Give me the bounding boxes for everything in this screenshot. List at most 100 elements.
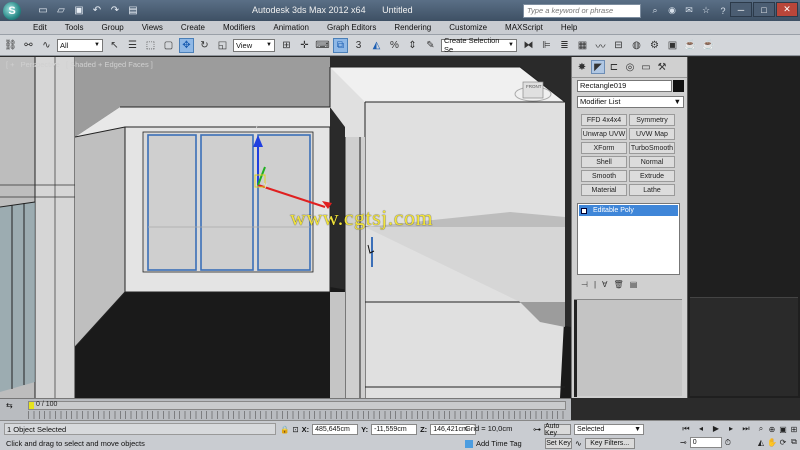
binoculars-icon[interactable]: ⌕: [648, 4, 662, 17]
schematic-view-icon[interactable]: ⊟: [611, 38, 626, 53]
rectangular-selection-icon[interactable]: ⬚: [143, 38, 158, 53]
rendered-frame-window-icon[interactable]: ▣: [665, 38, 680, 53]
create-tab-icon[interactable]: ✸: [575, 60, 589, 74]
snap-3d-icon[interactable]: 3: [351, 38, 366, 53]
key-mode-toggle-icon[interactable]: ⊸: [680, 438, 687, 447]
key-filters-button[interactable]: Key Filters...: [584, 438, 635, 449]
render-setup-icon[interactable]: ⚙: [647, 38, 662, 53]
previous-frame-icon[interactable]: ◂: [695, 423, 707, 434]
menu-customize[interactable]: Customize: [449, 23, 487, 32]
render-production-icon[interactable]: ☕: [683, 38, 698, 53]
window-crossing-icon[interactable]: ▢: [161, 38, 176, 53]
absolute-mode-icon[interactable]: ⊡: [292, 425, 298, 434]
maximize-viewport-icon[interactable]: ⧉: [789, 436, 799, 448]
angle-snap-icon[interactable]: ◭: [369, 38, 384, 53]
menu-views[interactable]: Views: [142, 23, 163, 32]
undo-icon[interactable]: ↶: [89, 4, 105, 18]
select-and-scale-icon[interactable]: ◱: [215, 38, 230, 53]
subscription-icon[interactable]: ◉: [665, 4, 679, 17]
play-icon[interactable]: ▶: [710, 423, 722, 434]
go-to-start-icon[interactable]: ⏮: [680, 423, 692, 434]
modifier-button-turbosmooth[interactable]: TurboSmooth: [629, 142, 675, 154]
display-tab-icon[interactable]: ▭: [639, 60, 653, 74]
menu-edit[interactable]: Edit: [33, 23, 47, 32]
object-name-input[interactable]: Rectangle019: [577, 80, 672, 92]
pin-stack-icon[interactable]: ⊣: [581, 280, 588, 289]
zoom-all-icon[interactable]: ⊕: [767, 423, 777, 435]
app-logo-icon[interactable]: S: [3, 1, 21, 20]
menu-animation[interactable]: Animation: [273, 23, 309, 32]
modifier-button-extrude[interactable]: Extrude: [629, 170, 675, 182]
graphite-ribbon-icon[interactable]: ▦: [575, 38, 590, 53]
pan-icon[interactable]: ✋: [767, 436, 777, 448]
select-object-icon[interactable]: ↖: [107, 38, 122, 53]
select-and-rotate-icon[interactable]: ↻: [197, 38, 212, 53]
project-folder-icon[interactable]: ▤: [125, 4, 141, 18]
render-iterative-icon[interactable]: ☕: [701, 38, 716, 53]
menu-modifiers[interactable]: Modifiers: [223, 23, 255, 32]
motion-tab-icon[interactable]: ◎: [623, 60, 637, 74]
viewport-view-label[interactable]: Perspective: [21, 60, 60, 69]
hierarchy-tab-icon[interactable]: ⊏: [607, 60, 621, 74]
snaps-toggle-icon[interactable]: ⧉: [333, 37, 348, 53]
auto-key-button[interactable]: Auto Key: [544, 423, 571, 437]
select-by-name-icon[interactable]: ☰: [125, 38, 140, 53]
selection-filter-dropdown[interactable]: All ▼: [57, 38, 103, 52]
select-and-move-icon[interactable]: ✥: [179, 37, 194, 53]
key-curve-icon[interactable]: ∿: [575, 439, 582, 448]
next-frame-icon[interactable]: ▸: [725, 423, 737, 434]
current-frame-input[interactable]: 0: [689, 437, 722, 448]
named-selection-set-dropdown[interactable]: Create Selection Se ▼: [441, 36, 517, 54]
unlink-icon[interactable]: ⚯: [21, 38, 36, 53]
search-input[interactable]: Type a keyword or phrase: [523, 4, 641, 18]
percent-snap-icon[interactable]: %: [387, 38, 402, 53]
menu-tools[interactable]: Tools: [65, 23, 84, 32]
perspective-viewport[interactable]: [ + Perspective [ Shaded + Edged Faces ]…: [0, 57, 571, 398]
y-coordinate-input[interactable]: -11,559cm: [371, 424, 418, 435]
track-bar[interactable]: [28, 411, 566, 419]
layer-manager-icon[interactable]: ≣: [557, 38, 572, 53]
zoom-extents-icon[interactable]: ▣: [778, 423, 788, 435]
edit-named-selection-icon[interactable]: ✎: [423, 38, 438, 53]
show-end-result-icon[interactable]: |: [594, 280, 596, 289]
open-file-icon[interactable]: ▱: [53, 4, 69, 18]
time-slider-thumb[interactable]: [29, 402, 34, 409]
mirror-icon[interactable]: ⧓: [521, 38, 536, 53]
viewport-shading-label[interactable]: [ Shaded + Edged Faces ]: [66, 60, 153, 69]
modifier-list-dropdown[interactable]: Modifier List ▼: [577, 96, 684, 108]
time-slider[interactable]: [28, 401, 566, 410]
zoom-icon[interactable]: ⌕: [756, 423, 766, 435]
modifier-button-unwrap-uvw[interactable]: Unwrap UVW: [581, 128, 627, 140]
close-button[interactable]: ✕: [776, 2, 798, 17]
field-of-view-icon[interactable]: ◭: [756, 436, 766, 448]
add-time-tag[interactable]: Add Time Tag: [465, 439, 522, 448]
stack-item-editable-poly[interactable]: Editable Poly: [579, 205, 678, 216]
menu-graph-editors[interactable]: Graph Editors: [327, 23, 376, 32]
keyboard-shortcut-icon[interactable]: ⌨: [315, 38, 330, 53]
select-manipulate-icon[interactable]: ✛: [297, 38, 312, 53]
menu-group[interactable]: Group: [101, 23, 123, 32]
curve-editor-icon[interactable]: 〰: [593, 38, 608, 53]
key-mode-dropdown[interactable]: Selected ▼: [574, 424, 644, 435]
scene-canvas[interactable]: [0, 57, 571, 398]
modifier-button-uvw-map[interactable]: UVW Map: [629, 128, 675, 140]
modifier-button-smooth[interactable]: Smooth: [581, 170, 627, 182]
modifier-button-material[interactable]: Material: [581, 184, 627, 196]
viewport-menu-label[interactable]: [ +: [6, 60, 15, 69]
object-color-swatch[interactable]: [673, 80, 684, 92]
zoom-extents-all-icon[interactable]: ⊞: [789, 423, 799, 435]
minimize-button[interactable]: ─: [730, 2, 752, 17]
modifier-button-xform[interactable]: XForm: [581, 142, 627, 154]
modifier-button-symmetry[interactable]: Symmetry: [629, 114, 675, 126]
communication-icon[interactable]: ✉: [682, 4, 696, 17]
make-unique-icon[interactable]: ∀: [602, 280, 607, 289]
utilities-tab-icon[interactable]: ⚒: [655, 60, 669, 74]
link-icon[interactable]: ⛓: [3, 38, 18, 53]
x-coordinate-input[interactable]: 485,645cm: [312, 424, 359, 435]
bind-space-warp-icon[interactable]: ∿: [39, 38, 54, 53]
light-bulb-icon[interactable]: [581, 207, 587, 214]
menu-help[interactable]: Help: [561, 23, 577, 32]
set-key-button[interactable]: Set Key: [545, 438, 572, 449]
mini-curve-editor-icon[interactable]: ⇆: [6, 401, 13, 410]
spinner-snap-icon[interactable]: ⇕: [405, 38, 420, 53]
